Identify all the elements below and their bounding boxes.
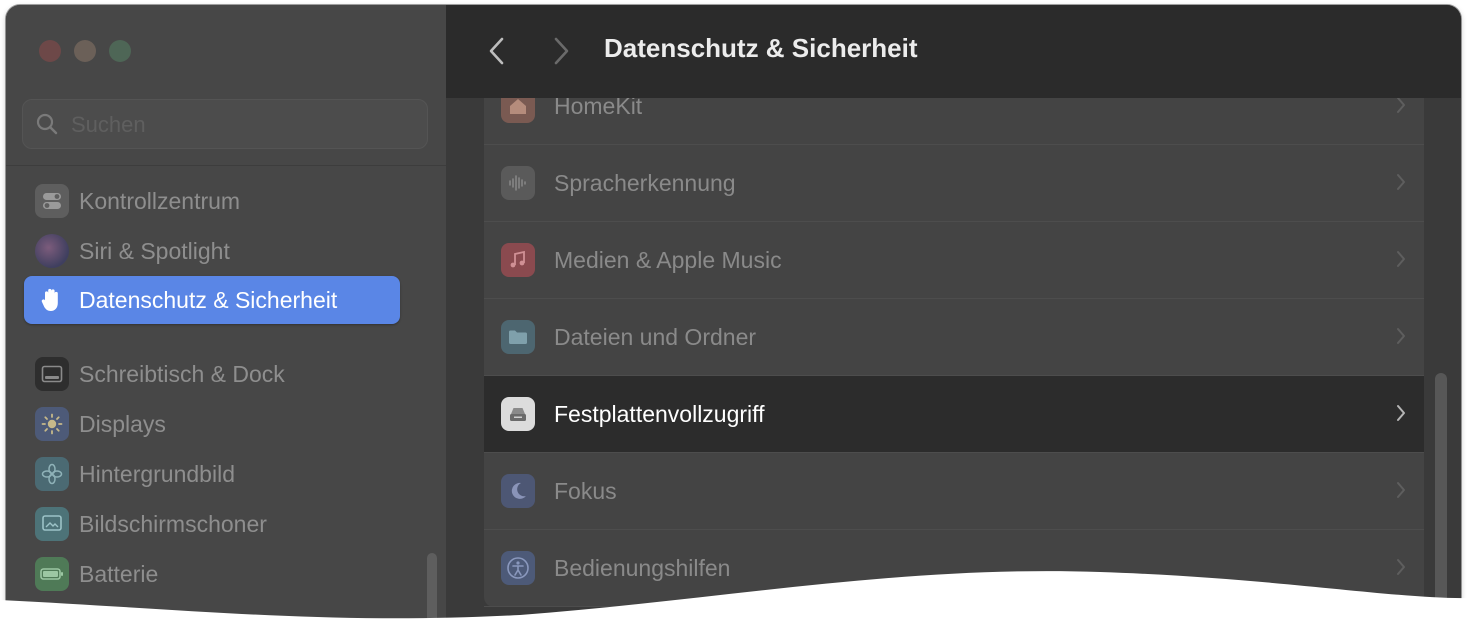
battery-icon [35,557,69,591]
dock-icon [35,357,69,391]
folder-icon [501,320,535,354]
sidebar-scrollbar[interactable] [427,553,437,621]
music-note-icon [501,243,535,277]
list-item-label: Bedienungshilfen [554,554,731,581]
main-content: HomeKit Spracherkennung Medien & Apple M… [446,98,1461,621]
list-item-label: Medien & Apple Music [554,246,782,273]
sidebar-item-siri-spotlight[interactable]: Siri & Spotlight [24,227,400,275]
list-item-medien-apple-music[interactable]: Medien & Apple Music [484,222,1424,299]
settings-window: Kontrollzentrum Siri & Spotlight Datensc… [6,5,1461,621]
minimize-button[interactable] [74,40,96,62]
waveform-icon [501,166,535,200]
window-controls [39,40,131,62]
sidebar-item-label: Siri & Spotlight [79,237,230,264]
sidebar-item-label: Schreibtisch & Dock [79,360,285,387]
list-item-label: Spracherkennung [554,169,736,196]
list-item-dateien-ordner[interactable]: Dateien und Ordner [484,299,1424,376]
list-item-label: Dateien und Ordner [554,323,757,350]
chevron-right-icon [1396,327,1406,350]
chevron-right-icon [554,37,569,65]
accessibility-icon [501,551,535,585]
list-item-label: HomeKit [554,98,643,119]
page-title: Datenschutz & Sicherheit [604,33,918,63]
screensaver-icon [35,507,69,541]
sidebar-item-bildschirmschoner[interactable]: Bildschirmschoner [24,500,400,548]
list-item-label: Festplattenvollzugriff [554,400,765,427]
sidebar-item-schreibtisch-dock[interactable]: Schreibtisch & Dock [24,350,400,398]
sidebar-item-label: Hintergrundbild [79,460,235,487]
list-item-fokus[interactable]: Fokus [484,453,1424,530]
chevron-right-icon [1396,98,1406,119]
sidebar-item-batterie[interactable]: Batterie [24,550,400,598]
list-item-homekit[interactable]: HomeKit [484,98,1424,145]
back-button[interactable] [486,35,508,72]
sidebar-item-label: Batterie [79,560,159,587]
sidebar-item-hintergrundbild[interactable]: Hintergrundbild [24,450,400,498]
list-item-label: Fokus [554,477,617,504]
search-icon [35,112,59,141]
toolbar: Datenschutz & Sicherheit [446,5,1461,98]
flower-icon [35,457,69,491]
sidebar-item-label: Kontrollzentrum [79,187,241,214]
search-field[interactable] [22,99,428,150]
sidebar-item-label: Datenschutz & Sicherheit [79,286,338,313]
zoom-button[interactable] [109,40,131,62]
sidebar-divider [6,165,446,166]
privacy-list: HomeKit Spracherkennung Medien & Apple M… [484,98,1424,607]
chevron-right-icon [1396,404,1406,427]
disk-icon [501,397,535,431]
chevron-right-icon [1396,250,1406,273]
moon-icon [501,474,535,508]
sidebar-item-label: Bildschirmschoner [79,510,267,537]
main-scrollbar[interactable] [1435,373,1447,621]
sun-icon [35,407,69,441]
sidebar-item-displays[interactable]: Displays [24,400,400,448]
hand-icon [35,283,69,317]
sidebar-item-label: Displays [79,410,166,437]
sidebar-item-datenschutz[interactable]: Datenschutz & Sicherheit [24,276,400,324]
close-button[interactable] [39,40,61,62]
forward-button[interactable] [550,35,572,72]
list-item-spracherkennung[interactable]: Spracherkennung [484,145,1424,222]
control-center-icon [35,184,69,218]
chevron-right-icon [1396,481,1406,504]
siri-icon [35,234,69,268]
sidebar: Kontrollzentrum Siri & Spotlight Datensc… [6,5,447,621]
list-item-bedienungshilfen[interactable]: Bedienungshilfen [484,530,1424,607]
sidebar-item-kontrollzentrum[interactable]: Kontrollzentrum [24,177,400,225]
chevron-left-icon [489,37,504,65]
search-input[interactable] [69,100,413,150]
list-item-festplattenvollzugriff[interactable]: Festplattenvollzugriff [484,376,1424,453]
chevron-right-icon [1396,558,1406,581]
home-icon [501,98,535,123]
chevron-right-icon [1396,173,1406,196]
